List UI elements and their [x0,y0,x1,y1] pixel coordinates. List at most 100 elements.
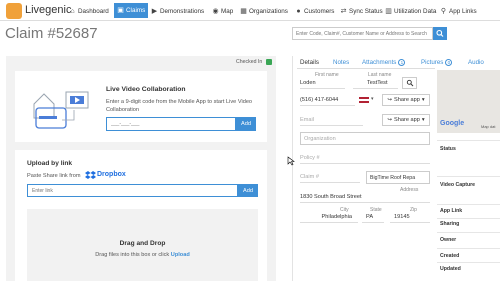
policy-field[interactable]: Policy # [300,152,430,164]
share-icon: ↪ [387,97,393,103]
nav-label: App Links [449,7,477,15]
last-name-field[interactable]: TestTest [353,77,398,89]
divider [437,204,500,205]
dropbox-label[interactable]: Dropbox [97,171,126,178]
divider [437,218,500,219]
nav-organizations[interactable]: ▦ Organizations [240,5,288,17]
nav-customers[interactable]: ● Customers [295,5,334,17]
nav-label: Utilization Data [394,7,437,15]
chevron-down-icon[interactable]: ▾ [371,96,374,102]
attachments-count: 1 [398,59,406,66]
email-field[interactable]: Email [300,114,363,126]
divider [437,232,500,233]
nav-dashboard[interactable]: ⌂ Dashboard [69,5,109,17]
checked-in-icon [266,59,272,65]
state-field[interactable]: PA [362,211,384,223]
checked-in-label: Checked In [236,59,263,65]
tab-label: Attachments [362,59,397,66]
created-label: Created [440,253,460,259]
page-title: Claim #52687 [5,25,98,42]
drop-zone-title: Drag and Drop [119,240,166,247]
add-link-button[interactable]: Add [238,184,258,197]
drop-zone-description: Drag files into this box or click Upload [27,252,258,258]
nav-demonstrations[interactable]: ▶ Demonstrations [151,5,204,17]
share-app-button-2[interactable]: ↪ Share app ▾ [382,114,430,126]
divider [437,248,500,249]
chart-icon: ▥ [385,7,392,15]
tab-label: Details [300,59,319,66]
updated-label: Updated [440,266,461,272]
link-icon: ⚲ [440,7,447,15]
app-name[interactable]: Livegenic [25,4,71,16]
tab-label: Audio [468,59,484,66]
divider [437,140,500,141]
organization-field[interactable]: Organization [300,132,430,145]
nav-map[interactable]: ◉ Map [212,5,233,17]
share-icon: ↪ [387,117,393,123]
pictures-count: 0 [445,59,453,66]
tab-label: Notes [333,59,350,66]
search-icon [406,79,413,87]
nav-label: Dashboard [78,7,109,15]
nav-sync-status[interactable]: ⇄ Sync Status [340,5,383,17]
search-customer-button[interactable] [402,77,417,89]
zip-field[interactable]: 19145 [390,211,430,223]
claim-type-select[interactable]: BigTime Roof Repa [366,171,430,184]
city-field[interactable]: Philadelphia [300,211,358,223]
add-code-button[interactable]: Add [236,117,256,131]
share-app-label: Share app [394,117,420,123]
upload-title: Upload by link [27,160,73,167]
globe-icon: ◉ [212,7,219,15]
google-logo: Google [440,120,465,127]
nav-label: Map [221,7,234,15]
map-data-label: Map dat [481,124,496,129]
livegenic-logo[interactable] [6,3,22,19]
video-capture-label: Video Capture [440,182,476,188]
tab-notes[interactable]: Notes [333,59,349,66]
nav-label: Demonstrations [160,7,205,15]
first-name-field[interactable]: Loden [300,77,345,89]
nav-claims[interactable]: ▣ Claims [114,3,149,18]
phone-field[interactable]: (516) 417-6044 [300,94,355,106]
app-link-label: App Link [440,208,463,214]
search-icon [436,29,444,37]
search-button[interactable] [433,27,447,40]
devices-illustration-icon [33,91,89,129]
divider [437,262,500,263]
tab-underline [297,68,435,69]
collaboration-code-input[interactable] [106,117,236,131]
column-divider [292,56,293,281]
nav-label: Sync Status [349,7,383,15]
share-link-input[interactable] [27,184,238,197]
paste-share-label: Paste Share link from [27,173,81,179]
top-nav: Livegenic ⌂ Dashboard ▣ Claims ▶ Demonst… [0,0,500,21]
nav-label: Claims [126,7,146,14]
status-label: Status [440,146,456,152]
claim-type-value: BigTime Roof Repa [370,175,416,181]
search-input[interactable] [292,27,433,40]
nav-utilization-data[interactable]: ▥ Utilization Data [385,5,436,17]
owner-label: Owner [440,237,457,243]
claim-number-field[interactable]: Claim # [300,171,360,183]
sync-icon: ⇄ [340,7,347,15]
share-app-button[interactable]: ↪ Share app ▾ [382,94,430,106]
demonstrations-icon: ▶ [151,7,158,15]
sharing-label: Sharing [440,221,460,227]
nav-label: Customers [304,7,335,15]
tab-details[interactable]: Details [300,59,319,66]
chevron-down-icon: ▾ [421,117,425,123]
claims-icon: ▣ [117,7,124,14]
tab-label: Pictures [421,59,444,66]
tab-audio[interactable]: Audio [468,59,484,66]
tab-attachments[interactable]: Attachments 1 [362,59,406,66]
customers-icon: ● [296,7,301,15]
live-video-title: Live Video Collaboration [106,86,186,93]
organizations-icon: ▦ [240,7,247,15]
tab-pictures[interactable]: Pictures 0 [421,59,453,66]
upload-link[interactable]: Upload [171,252,190,258]
nav-app-links[interactable]: ⚲ App Links [440,5,477,17]
us-flag-icon[interactable] [359,97,369,103]
drop-zone-text: Drag files into this box or click [95,252,170,258]
address-field[interactable]: 1830 South Broad Street [300,191,430,203]
nav-label: Organizations [249,7,288,15]
